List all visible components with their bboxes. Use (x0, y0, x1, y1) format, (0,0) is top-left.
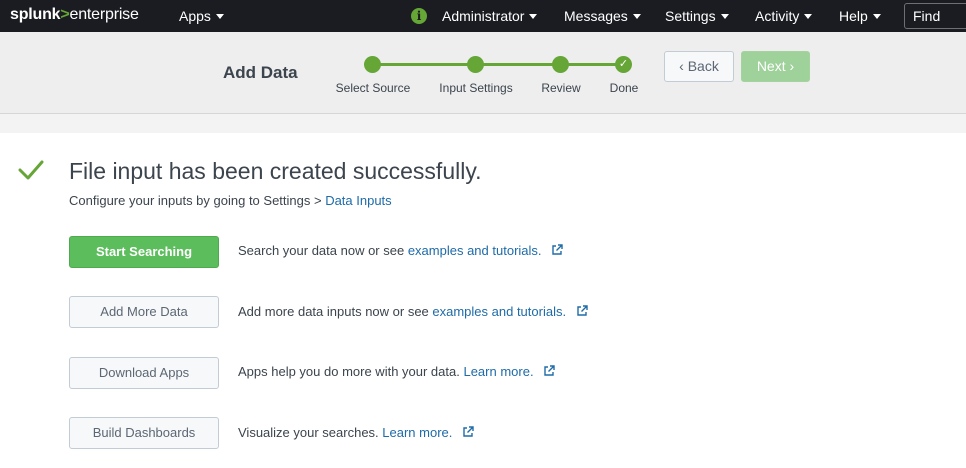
step-dot-select-source (364, 56, 381, 73)
checkmark-icon: ✓ (618, 58, 629, 70)
settings-menu-label: Settings (665, 8, 716, 24)
add-more-data-button[interactable]: Add More Data (69, 296, 219, 328)
add-more-data-description: Add more data inputs now or see examples… (238, 304, 588, 319)
splunk-logo[interactable]: splunk>enterprise (10, 6, 139, 24)
page-title: Add Data (223, 63, 298, 82)
external-link-icon[interactable] (551, 244, 563, 256)
apps-menu-label: Apps (179, 8, 211, 24)
row-description-text: Add more data inputs now or see (238, 304, 433, 319)
back-button[interactable]: ‹ Back (664, 51, 734, 82)
start-searching-button[interactable]: Start Searching (69, 236, 219, 268)
learn-more-link[interactable]: Learn more. (463, 364, 533, 379)
logo-chevron: > (60, 6, 70, 23)
add-data-wizard-bar: Add Data ✓ Select Source Input Settings … (0, 32, 966, 114)
administrator-menu[interactable]: Administrator (442, 8, 538, 24)
download-apps-button[interactable]: Download Apps (69, 357, 219, 389)
row-description-text: Visualize your searches. (238, 425, 383, 440)
examples-tutorials-link[interactable]: examples and tutorials. (432, 304, 566, 319)
settings-menu[interactable]: Settings (665, 8, 729, 24)
build-dashboards-button[interactable]: Build Dashboards (69, 417, 219, 449)
step-label-done: Done (609, 81, 639, 95)
chevron-down-icon (215, 14, 224, 19)
messages-menu-label: Messages (564, 8, 628, 24)
chevron-down-icon (720, 14, 729, 19)
back-button-label: Back (687, 58, 719, 74)
configure-inputs-label: Configure your inputs by going to Settin… (69, 193, 326, 208)
external-link-icon[interactable] (543, 365, 555, 377)
chevron-left-icon: ‹ (679, 58, 684, 74)
activity-menu-label: Activity (755, 8, 800, 24)
external-link-icon[interactable] (462, 426, 474, 438)
configure-inputs-text: Configure your inputs by going to Settin… (69, 193, 392, 208)
find-search-input[interactable]: Find (904, 3, 966, 29)
chevron-down-icon (529, 14, 538, 19)
logo-enterprise-text: enterprise (69, 6, 139, 23)
chevron-down-icon (804, 14, 813, 19)
row-description-text: Search your data now or see (238, 243, 408, 258)
examples-tutorials-link[interactable]: examples and tutorials. (408, 243, 542, 258)
next-button[interactable]: Next › (741, 51, 810, 82)
chevron-right-icon: › (789, 58, 795, 74)
apps-menu[interactable]: Apps (179, 8, 224, 24)
row-description-text: Apps help you do more with your data. (238, 364, 464, 379)
help-menu[interactable]: Help (839, 8, 881, 24)
step-label-select-source: Select Source (335, 81, 411, 95)
download-apps-description: Apps help you do more with your data. Le… (238, 364, 555, 379)
administrator-menu-label: Administrator (442, 8, 525, 24)
info-icon[interactable]: i (411, 8, 427, 24)
data-inputs-link[interactable]: Data Inputs (325, 193, 392, 208)
step-label-review: Review (541, 81, 581, 95)
activity-menu[interactable]: Activity (755, 8, 813, 24)
logo-splunk-text: splunk (10, 6, 61, 23)
chevron-down-icon (872, 14, 881, 19)
step-dot-done: ✓ (615, 56, 632, 73)
top-nav-bar: splunk>enterprise Apps i Administrator M… (0, 0, 966, 32)
success-headline: File input has been created successfully… (69, 158, 482, 184)
step-label-input-settings: Input Settings (439, 81, 513, 95)
build-dashboards-description: Visualize your searches. Learn more. (238, 425, 474, 440)
header-divider (0, 114, 966, 133)
step-dot-input-settings (467, 56, 484, 73)
chevron-down-icon (632, 14, 641, 19)
learn-more-link[interactable]: Learn more. (382, 425, 452, 440)
next-button-label: Next (756, 58, 786, 74)
step-dot-review (552, 56, 569, 73)
external-link-icon[interactable] (576, 305, 588, 317)
messages-menu[interactable]: Messages (564, 8, 641, 24)
success-checkmark-icon (18, 160, 44, 180)
start-searching-description: Search your data now or see examples and… (238, 243, 563, 258)
help-menu-label: Help (839, 8, 868, 24)
step-progress-line (372, 63, 624, 66)
